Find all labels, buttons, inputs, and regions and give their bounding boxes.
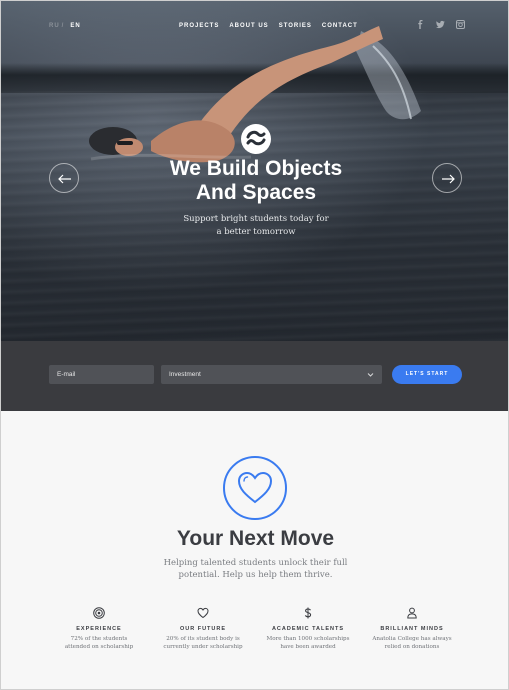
investment-select-value: Investment [169, 371, 201, 378]
social-links [416, 20, 465, 29]
intro-section: Your Next Move Helping talented students… [1, 411, 508, 689]
nav-stories[interactable]: STORIES [279, 23, 312, 29]
feature-text-line-1: Anatolia College has always [372, 636, 452, 642]
feature-text: 20% of its student body is currently und… [153, 635, 253, 651]
hero-section: RU / EN PROJECTS ABOUT US STORIES CONTACT [1, 1, 508, 341]
hero-title-line-1: We Build Objects [169, 157, 343, 180]
hero-title: We Build Objects And Spaces [101, 157, 411, 205]
heart-icon [223, 456, 287, 520]
target-icon [93, 607, 105, 619]
signup-form-bar: E-mail Investment LET'S START [1, 341, 508, 411]
heart-outline-icon [197, 607, 209, 619]
instagram-icon[interactable] [456, 20, 465, 29]
main-nav: PROJECTS ABOUT US STORIES CONTACT [179, 23, 358, 29]
nav-about-us[interactable]: ABOUT US [229, 23, 268, 29]
wave-logo-icon [241, 124, 271, 154]
section-subtitle-line-2: potential. Help us help them thrive. [178, 570, 333, 580]
feature-title: OUR FUTURE [179, 626, 227, 632]
feature-our-future: OUR FUTURE 20% of its student body is cu… [153, 607, 253, 651]
nav-contact[interactable]: CONTACT [322, 23, 358, 29]
section-subtitle-line-1: Helping talented students unlock their f… [163, 558, 348, 568]
language-switcher: RU / EN [49, 23, 81, 29]
carousel-next-button[interactable] [432, 163, 462, 193]
feature-text: More than 1000 scholarships have been aw… [258, 635, 358, 651]
feature-text-line-1: 72% of the students [70, 636, 128, 642]
feature-title: BRILLIANT MINDS [380, 626, 444, 632]
email-placeholder: E-mail [57, 371, 76, 378]
top-navigation: RU / EN PROJECTS ABOUT US STORIES CONTACT [1, 1, 508, 51]
feature-text-line-1: 20% of its student body is [166, 636, 240, 642]
feature-text: Anatolia College has always relied on do… [362, 635, 462, 651]
feature-text-line-2: currently under scholarship [163, 644, 243, 650]
feature-title: EXPERIENCE [76, 626, 122, 632]
feature-text-line-2: have been awarded [280, 644, 336, 650]
features-row: EXPERIENCE 72% of the students attended … [49, 607, 462, 667]
hero-subtitle: Support bright students today for a bett… [151, 213, 361, 239]
hero-subtitle-line-2: a better tomorrow [216, 227, 296, 237]
feature-brilliant-minds: BRILLIANT MINDS Anatolia College has alw… [362, 607, 462, 651]
feature-text-line-2: attended on scholarship [64, 644, 134, 650]
feature-academic-talents: ACADEMIC TALENTS More than 1000 scholars… [258, 607, 358, 651]
lang-ru[interactable]: RU [49, 23, 60, 29]
person-icon [407, 607, 417, 619]
feature-experience: EXPERIENCE 72% of the students attended … [49, 607, 149, 651]
email-field[interactable]: E-mail [49, 365, 154, 384]
feature-title: ACADEMIC TALENTS [271, 626, 345, 632]
page-frame: RU / EN PROJECTS ABOUT US STORIES CONTACT [0, 0, 509, 690]
chevron-down-icon [367, 373, 374, 377]
feature-text: 72% of the students attended on scholars… [49, 635, 149, 651]
nav-projects[interactable]: PROJECTS [179, 23, 219, 29]
section-title: Your Next Move [176, 527, 335, 550]
feature-text-line-1: More than 1000 scholarships [266, 636, 350, 642]
arrow-left-icon [58, 174, 71, 184]
lang-en[interactable]: EN [70, 23, 80, 29]
hero-subtitle-line-1: Support bright students today for [183, 214, 329, 224]
lets-start-button[interactable]: LET'S START [392, 365, 462, 384]
twitter-icon[interactable] [436, 20, 445, 29]
arrow-right-icon [442, 174, 455, 184]
feature-text-line-2: relied on donations [384, 644, 440, 650]
carousel-prev-button[interactable] [49, 163, 79, 193]
lang-separator: / [61, 23, 65, 29]
section-subtitle: Helping talented students unlock their f… [151, 557, 360, 581]
dollar-icon [304, 607, 312, 619]
facebook-icon[interactable] [416, 20, 425, 29]
hero-title-line-2: And Spaces [195, 181, 317, 204]
investment-select[interactable]: Investment [161, 365, 382, 384]
